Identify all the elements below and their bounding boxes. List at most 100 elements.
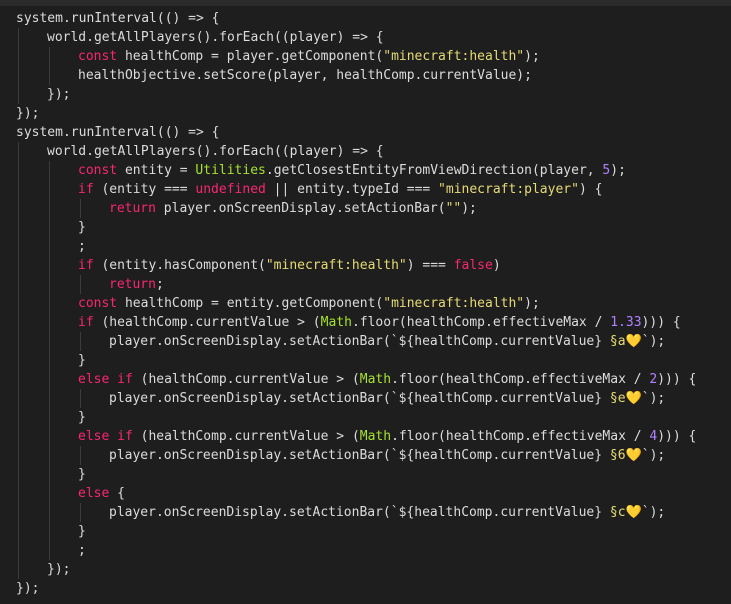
code-line[interactable]: else if (healthComp.currentValue > (Math… [16, 370, 696, 389]
code-line[interactable]: const entity = Utilities.getClosestEntit… [16, 161, 696, 180]
code-line[interactable]: const healthComp = entity.getComponent("… [16, 294, 696, 313]
code-line[interactable]: }); [16, 104, 696, 123]
code-line[interactable]: } [16, 465, 696, 484]
indent-guide [18, 408, 19, 427]
code-line-content: ; [16, 543, 86, 558]
code-line[interactable]: } [16, 218, 696, 237]
code-token: (entity === [93, 182, 196, 197]
indent-guide [18, 237, 19, 256]
code-line-content: } [16, 353, 86, 368]
code-token: .floor(healthComp.effectiveMax / [391, 372, 650, 387]
code-token: `${healthComp.currentValue} [390, 448, 610, 463]
indent-guide [49, 237, 50, 256]
indent-guide [18, 351, 19, 370]
code-token: else if [78, 372, 133, 387]
indent-guide [49, 389, 50, 408]
code-line[interactable]: world.getAllPlayers().forEach((player) =… [16, 142, 696, 161]
indent-guide [18, 503, 19, 522]
code-line-content: world.getAllPlayers().forEach((player) =… [16, 144, 384, 159]
indent-guide [49, 161, 50, 180]
indent-guide [49, 484, 50, 503]
code-line[interactable]: else { [16, 484, 696, 503]
indent-guide [80, 332, 81, 351]
indent-guide [18, 28, 19, 47]
code-line-content: }); [16, 581, 39, 596]
code-line-content: ; [16, 239, 86, 254]
code-line[interactable]: else if (healthComp.currentValue > (Math… [16, 427, 696, 446]
indent-guide [49, 218, 50, 237]
code-token: Math [359, 372, 392, 387]
code-line[interactable]: } [16, 351, 696, 370]
code-token: return [109, 277, 156, 292]
code-line[interactable]: system.runInterval(() => { [16, 123, 696, 142]
code-token: }); [47, 562, 71, 577]
code-line[interactable]: } [16, 522, 696, 541]
code-line[interactable]: player.onScreenDisplay.setActionBar(`${h… [16, 389, 696, 408]
indent-guide [49, 199, 50, 218]
code-token: const [78, 163, 118, 178]
code-line[interactable]: } [16, 408, 696, 427]
code-line-content: if (healthComp.currentValue > (Math.floo… [16, 315, 681, 330]
code-line-content: system.runInterval(() => { [16, 11, 220, 26]
code-token: Utilities [195, 163, 266, 178]
code-token: } [78, 524, 86, 539]
code-line-content: } [16, 220, 86, 235]
code-token: `); [641, 391, 666, 406]
indent-guide [80, 389, 81, 408]
code-line[interactable]: if (entity === undefined || entity.typeI… [16, 180, 696, 199]
code-line[interactable]: }); [16, 85, 696, 104]
code-token: ); [524, 296, 540, 311]
code-token: world.getAllPlayers().forEach((player) =… [47, 30, 384, 45]
code-token: const [78, 296, 118, 311]
indent-guide [49, 351, 50, 370]
indent-guide [49, 47, 50, 66]
code-line[interactable]: return player.onScreenDisplay.setActionB… [16, 199, 696, 218]
indent-guide [18, 522, 19, 541]
code-line[interactable]: healthObjective.setScore(player, healthC… [16, 66, 696, 85]
indent-guide [49, 294, 50, 313]
code-line[interactable]: }); [16, 579, 696, 598]
code-token: .floor(healthComp.effectiveMax / [391, 429, 650, 444]
code-line-content: if (entity === undefined || entity.typeI… [16, 182, 602, 197]
code-line[interactable]: system.runInterval(() => { [16, 9, 696, 28]
code-line[interactable]: }); [16, 560, 696, 579]
indent-guide [18, 275, 19, 294]
code-token: } [78, 410, 86, 425]
indent-guide [18, 161, 19, 180]
code-line[interactable]: ; [16, 237, 696, 256]
code-line[interactable]: player.onScreenDisplay.setActionBar(`${h… [16, 503, 696, 522]
code-token: (healthComp.currentValue > ( [132, 429, 360, 444]
indent-guide [18, 560, 19, 579]
code-line-content: } [16, 410, 86, 425]
code-token: "minecraft:player" [438, 182, 579, 197]
code-line[interactable]: player.onScreenDisplay.setActionBar(`${h… [16, 332, 696, 351]
code-token: "minecraft:health" [383, 296, 525, 311]
code-area[interactable]: system.runInterval(() => { world.getAllPl… [16, 9, 696, 598]
code-line-content: player.onScreenDisplay.setActionBar(`${h… [16, 505, 665, 520]
code-line[interactable]: world.getAllPlayers().forEach((player) =… [16, 28, 696, 47]
code-token: "" [445, 201, 462, 216]
code-line[interactable]: if (healthComp.currentValue > (Math.floo… [16, 313, 696, 332]
code-line[interactable]: const healthComp = player.getComponent("… [16, 47, 696, 66]
code-line-content: player.onScreenDisplay.setActionBar(`${h… [16, 391, 665, 406]
indent-guide [49, 180, 50, 199]
indent-guide [18, 142, 19, 161]
code-token: player.onScreenDisplay.setActionBar( [109, 334, 391, 349]
code-line-content: system.runInterval(() => { [16, 125, 220, 140]
code-token: ; [155, 277, 164, 292]
code-token: `${healthComp.currentValue} [390, 391, 610, 406]
code-line[interactable]: player.onScreenDisplay.setActionBar(`${h… [16, 446, 696, 465]
code-line-content: if (entity.hasComponent("minecraft:healt… [16, 258, 501, 273]
code-line[interactable]: ; [16, 541, 696, 560]
code-line-content: const healthComp = entity.getComponent("… [16, 296, 540, 311]
code-editor[interactable]: system.runInterval(() => { world.getAllPl… [0, 0, 731, 604]
code-token: false [453, 258, 493, 273]
code-token: return [109, 201, 156, 216]
code-token: ))) { [657, 429, 697, 444]
indent-guide [49, 332, 50, 351]
code-token: }); [16, 581, 40, 596]
code-line[interactable]: return; [16, 275, 696, 294]
code-line[interactable]: if (entity.hasComponent("minecraft:healt… [16, 256, 696, 275]
code-token: } [78, 220, 86, 235]
code-token: system.runInterval(() => { [16, 125, 220, 140]
